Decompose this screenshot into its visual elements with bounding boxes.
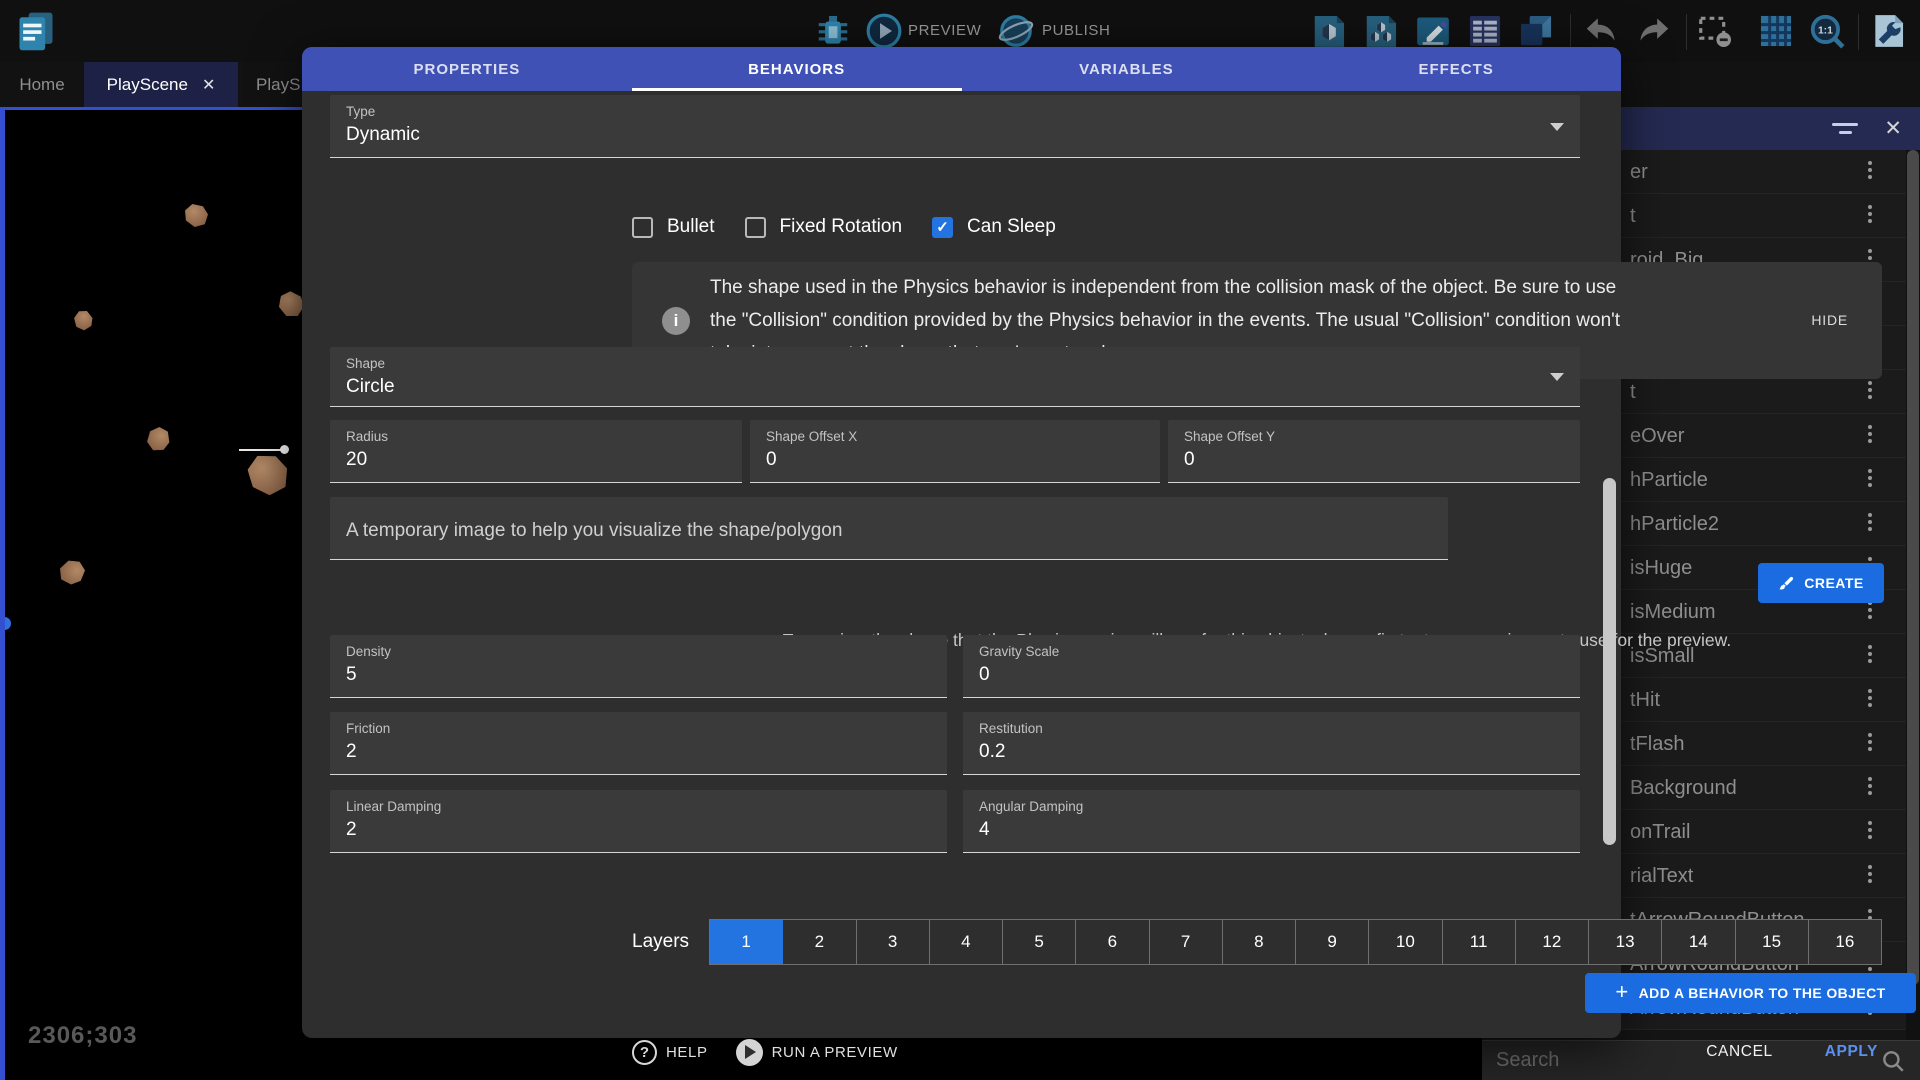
- hide-button[interactable]: HIDE: [1805, 308, 1854, 332]
- kebab-menu-icon[interactable]: [1866, 775, 1874, 797]
- checkbox-bullet[interactable]: ✓ Bullet: [632, 216, 715, 238]
- layer-button-1[interactable]: 1: [710, 920, 783, 964]
- create-button[interactable]: CREATE: [1758, 563, 1884, 603]
- settings-wrench-icon[interactable]: [1866, 9, 1910, 53]
- asteroid-sprite[interactable]: [185, 204, 208, 227]
- checkbox-fixed-rotation[interactable]: ✓ Fixed Rotation: [745, 216, 903, 238]
- cancel-button[interactable]: CANCEL: [1698, 1037, 1780, 1067]
- kebab-menu-icon[interactable]: [1866, 467, 1874, 489]
- tab-variables[interactable]: VARIABLES: [962, 47, 1292, 91]
- layer-button-6[interactable]: 6: [1076, 920, 1149, 964]
- layer-button-4[interactable]: 4: [930, 920, 1003, 964]
- asteroid-sprite[interactable]: [70, 307, 97, 334]
- asteroid-sprite[interactable]: [58, 559, 87, 587]
- toolbar-separator: [1686, 14, 1687, 50]
- kebab-menu-icon[interactable]: [1866, 423, 1874, 445]
- dialog-footer: ? HELP RUN A PREVIEW CANCEL APPLY: [632, 1030, 1890, 1074]
- selection-measure-line: [239, 449, 283, 451]
- help-button[interactable]: ? HELP: [632, 1040, 708, 1065]
- chevron-down-icon: [1550, 373, 1564, 381]
- shape-offset-x-field[interactable]: Shape Offset X 0: [750, 420, 1160, 483]
- gdevelop-editor: PREVIEW PUBLISH: [0, 0, 1920, 1080]
- objects-scrollbar-thumb[interactable]: [1907, 150, 1919, 985]
- layer-button-11[interactable]: 11: [1443, 920, 1516, 964]
- asteroid-sprite[interactable]: [144, 425, 173, 454]
- canvas-selected-border-left: [0, 107, 5, 1080]
- kebab-menu-icon[interactable]: [1866, 159, 1874, 181]
- dialog-tabbar: PROPERTIES BEHAVIORS VARIABLES EFFECTS: [302, 47, 1621, 91]
- brush-icon: [1778, 575, 1795, 592]
- kebab-menu-icon[interactable]: [1866, 863, 1874, 885]
- svg-text:1:1: 1:1: [1818, 26, 1833, 37]
- tab-playscene[interactable]: PlayScene ✕: [84, 62, 238, 107]
- zoom-1to1-icon[interactable]: 1:1: [1805, 9, 1849, 53]
- layers-selector: 1 2 3 4 5 6 7 8 9 10 11 12 13 14 15 16: [709, 919, 1882, 965]
- linear-damping-field[interactable]: Linear Damping 2: [330, 790, 947, 853]
- kebab-menu-icon[interactable]: [1866, 379, 1874, 401]
- grid-icon[interactable]: [1754, 9, 1798, 53]
- friction-field[interactable]: Friction 2: [330, 712, 947, 775]
- checkbox-can-sleep[interactable]: ✓ Can Sleep: [932, 216, 1056, 238]
- apply-button[interactable]: APPLY: [1817, 1037, 1886, 1067]
- checkbox-icon: ✓: [632, 217, 653, 238]
- kebab-menu-icon[interactable]: [1866, 731, 1874, 753]
- layer-button-8[interactable]: 8: [1223, 920, 1296, 964]
- toolbar-separator: [1858, 14, 1859, 50]
- tab-home[interactable]: Home: [0, 62, 84, 107]
- temp-image-field[interactable]: A temporary image to help you visualize …: [330, 497, 1448, 560]
- layers-label: Layers: [632, 931, 689, 953]
- play-icon: [736, 1039, 763, 1066]
- density-field[interactable]: Density 5: [330, 635, 947, 698]
- objects-scrollbar[interactable]: [1906, 150, 1920, 1080]
- layer-button-2[interactable]: 2: [783, 920, 856, 964]
- layer-button-15[interactable]: 15: [1736, 920, 1809, 964]
- info-icon: i: [662, 307, 690, 335]
- dialog-scrollbar-thumb[interactable]: [1603, 478, 1616, 845]
- asteroid-sprite[interactable]: [245, 450, 292, 498]
- checkbox-icon: ✓: [745, 217, 766, 238]
- cursor-coordinates: 2306;303: [28, 1022, 137, 1050]
- project-manager-icon[interactable]: [12, 7, 60, 55]
- redo-icon[interactable]: [1632, 9, 1676, 53]
- type-select[interactable]: Type Dynamic: [330, 95, 1580, 158]
- selection-measure-dot[interactable]: [280, 445, 289, 454]
- shape-offset-y-field[interactable]: Shape Offset Y 0: [1168, 420, 1580, 483]
- checkbox-icon: ✓: [932, 217, 953, 238]
- filter-icon[interactable]: [1832, 123, 1858, 134]
- add-behavior-button[interactable]: + ADD A BEHAVIOR TO THE OBJECT: [1585, 973, 1916, 1013]
- kebab-menu-icon[interactable]: [1866, 511, 1874, 533]
- physics-behavior-dialog: PROPERTIES BEHAVIORS VARIABLES EFFECTS T…: [302, 47, 1621, 1038]
- toolbar-separator: [1570, 14, 1571, 50]
- tab-effects[interactable]: EFFECTS: [1291, 47, 1621, 91]
- layer-button-10[interactable]: 10: [1369, 920, 1442, 964]
- close-tab-icon[interactable]: ✕: [202, 75, 215, 95]
- layer-button-13[interactable]: 13: [1589, 920, 1662, 964]
- run-preview-button[interactable]: RUN A PREVIEW: [736, 1039, 898, 1066]
- radius-field[interactable]: Radius 20: [330, 420, 742, 483]
- layer-button-9[interactable]: 9: [1296, 920, 1369, 964]
- kebab-menu-icon[interactable]: [1866, 819, 1874, 841]
- close-panel-icon[interactable]: ✕: [1884, 118, 1902, 139]
- gravity-scale-field[interactable]: Gravity Scale 0: [963, 635, 1580, 698]
- kebab-menu-icon[interactable]: [1866, 203, 1874, 225]
- capture-region-icon[interactable]: [1693, 9, 1737, 53]
- restitution-field[interactable]: Restitution 0.2: [963, 712, 1580, 775]
- layer-button-14[interactable]: 14: [1662, 920, 1735, 964]
- plus-icon: +: [1615, 979, 1628, 1005]
- layer-button-3[interactable]: 3: [857, 920, 930, 964]
- tab-behaviors[interactable]: BEHAVIORS: [632, 47, 962, 91]
- shape-select[interactable]: Shape Circle: [330, 347, 1580, 407]
- kebab-menu-icon[interactable]: [1866, 687, 1874, 709]
- tab-properties[interactable]: PROPERTIES: [302, 47, 632, 91]
- layer-button-5[interactable]: 5: [1003, 920, 1076, 964]
- chevron-down-icon: [1550, 123, 1564, 131]
- layer-button-7[interactable]: 7: [1150, 920, 1223, 964]
- angular-damping-field[interactable]: Angular Damping 4: [963, 790, 1580, 853]
- layer-button-12[interactable]: 12: [1516, 920, 1589, 964]
- layer-button-16[interactable]: 16: [1809, 920, 1881, 964]
- checkbox-row: ✓ Bullet ✓ Fixed Rotation ✓ Can Sleep: [632, 216, 1056, 238]
- help-icon: ?: [632, 1040, 657, 1065]
